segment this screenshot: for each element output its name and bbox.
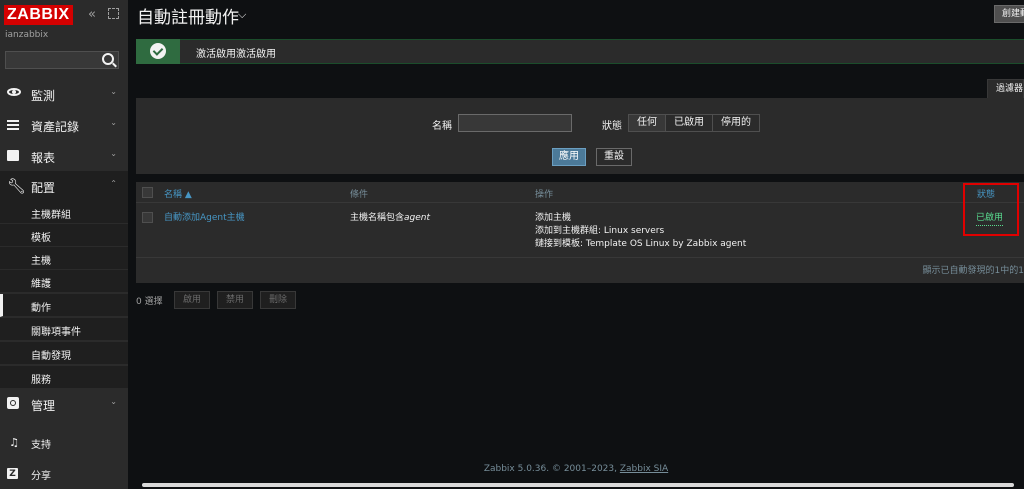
report-icon [7,150,19,161]
status-option-disabled[interactable]: 停用的 [713,115,759,131]
menu-reports[interactable]: 報表 ⌄ [0,141,128,171]
highlight-annotation [963,183,1019,236]
operation-line: 添加主機 [535,213,572,223]
check-icon [150,43,166,59]
operation-line: 添加到主機群組: Linux servers [535,226,665,236]
menu-administration[interactable]: 管理 ⌄ [0,389,128,419]
menu-inventory-label: 資產記錄 [31,120,80,134]
gear-icon [7,397,19,409]
menu-support[interactable]: ♫ 支持 [0,428,128,458]
page-header: 自動註冊動作 ⌵ 創建動作 [128,0,1024,34]
zabbix-logo[interactable]: ZABBIX [4,5,73,25]
menu-reports-label: 報表 [31,151,56,165]
menu-configuration-label: 配置 [31,181,56,195]
table-stats: 顯示已自動發現的1中的1 [922,266,1024,276]
sub-hosts[interactable]: 主機 [0,247,128,270]
chevron-down-icon: ⌄ [110,87,117,96]
sub-event-correlation-label: 關聯項事件 [31,327,81,338]
sub-discovery[interactable]: 自動發現 [0,342,128,365]
wrench-icon: 🔧︎ [7,177,27,195]
sub-hosts-label: 主機 [31,256,51,267]
filter-tab[interactable]: 過濾器 [987,79,1024,98]
action-name-link[interactable]: 自動添加Agent主機 [164,212,245,225]
menu-support-label: 支持 [31,440,51,451]
chevron-down-icon: ⌄ [110,397,117,406]
action-condition: 主機名稱包含agent [350,212,430,225]
page-title[interactable]: 自動註冊動作 [137,3,239,28]
enable-button[interactable]: 啟用 [174,291,210,309]
sub-services-label: 服務 [31,375,51,386]
sub-maintenance[interactable]: 維護 [0,270,128,293]
sub-host-groups[interactable]: 主機群組 [0,201,128,224]
horizontal-scrollbar[interactable] [142,483,1014,487]
status-option-enabled[interactable]: 已啟用 [666,115,713,131]
sub-actions-label: 動作 [31,303,51,314]
menu-inventory[interactable]: 資產記錄 ⌄ [0,110,128,140]
menu-share-label: 分享 [31,471,51,482]
sub-templates[interactable]: 模板 [0,224,128,247]
success-message: 激活啟用激活啟用 [136,39,1024,64]
menu-monitoring-label: 監測 [31,89,56,103]
action-operations: 添加主機 添加到主機群組: Linux servers 鏈接到模板: Templ… [535,212,746,251]
sub-actions[interactable]: 動作 [0,294,128,317]
select-all-checkbox[interactable] [142,187,153,198]
sub-maintenance-label: 維護 [31,279,51,290]
success-icon-box [136,39,180,64]
table-header: 名稱 ▲ 條件 操作 狀態 [136,182,1024,203]
sub-event-correlation[interactable]: 關聯項事件 [0,318,128,341]
eye-icon [7,88,21,96]
sub-host-groups-label: 主機群組 [31,210,71,221]
reset-button[interactable]: 重設 [596,148,632,166]
menu-monitoring[interactable]: 監測 ⌄ [0,79,128,109]
actions-table: 名稱 ▲ 條件 操作 狀態 自動添加Agent主機 主機名稱包含agent 添加… [136,182,1024,283]
table-row: 自動添加Agent主機 主機名稱包含agent 添加主機 添加到主機群組: Li… [136,203,1024,258]
headset-icon: ♫ [9,436,19,449]
chevron-down-icon: ⌄ [110,149,117,158]
selected-count: 0 選擇 [136,297,163,307]
filter-panel: 名稱 狀態 任何 已啟用 停用的 應用 重設 [136,98,1024,174]
delete-button[interactable]: 刪除 [260,291,296,309]
column-conditions: 條件 [350,190,369,200]
sub-discovery-label: 自動發現 [31,351,71,362]
footer-company-link[interactable]: Zabbix SIA [620,464,668,474]
menu-share[interactable]: Z 分享 [0,459,128,489]
column-operations: 操作 [535,190,554,200]
sub-services[interactable]: 服務 [0,366,128,389]
menu-configuration[interactable]: 🔧︎ 配置 ⌃ [0,171,128,201]
success-message-text: 激活啟用激活啟用 [196,49,276,60]
page-footer: Zabbix 5.0.36. © 2001–2023, Zabbix SIA [128,464,1024,474]
server-name: ianzabbix [5,30,49,40]
collapse-sidebar-icon[interactable]: « [88,7,96,22]
sidebar: ZABBIX « ianzabbix 監測 ⌄ 資產記錄 ⌄ 報表 ⌄ 🔧︎ 配… [0,0,128,489]
status-segmented-control: 任何 已啟用 停用的 [628,114,760,132]
chevron-up-icon: ⌃ [110,179,117,188]
disable-button[interactable]: 禁用 [217,291,253,309]
operation-line: 鏈接到模板: Template OS Linux by Zabbix agent [535,239,747,249]
apply-button[interactable]: 應用 [552,148,586,166]
menu-administration-label: 管理 [31,399,56,413]
search-input[interactable] [6,52,110,68]
chevron-down-icon[interactable]: ⌵ [238,8,246,22]
sub-templates-label: 模板 [31,233,51,244]
list-icon [7,120,19,122]
create-action-button[interactable]: 創建動作 [994,5,1024,23]
kiosk-mode-icon[interactable] [108,8,119,19]
search-icon[interactable] [102,53,114,65]
status-option-any[interactable]: 任何 [629,115,666,131]
share-icon: Z [7,468,18,479]
column-name[interactable]: 名稱 ▲ [164,187,192,200]
filter-status-label: 狀態 [602,121,622,132]
filter-name-label: 名稱 [432,121,452,132]
chevron-down-icon: ⌄ [110,118,117,127]
logo-row: ZABBIX « [4,5,126,27]
search-box [5,51,119,69]
filter-name-input[interactable] [458,114,572,132]
condition-value: agent [404,213,431,223]
condition-prefix: 主機名稱包含 [350,213,405,223]
footer-version: Zabbix 5.0.36. © 2001–2023, [483,464,620,474]
row-checkbox[interactable] [142,212,153,223]
